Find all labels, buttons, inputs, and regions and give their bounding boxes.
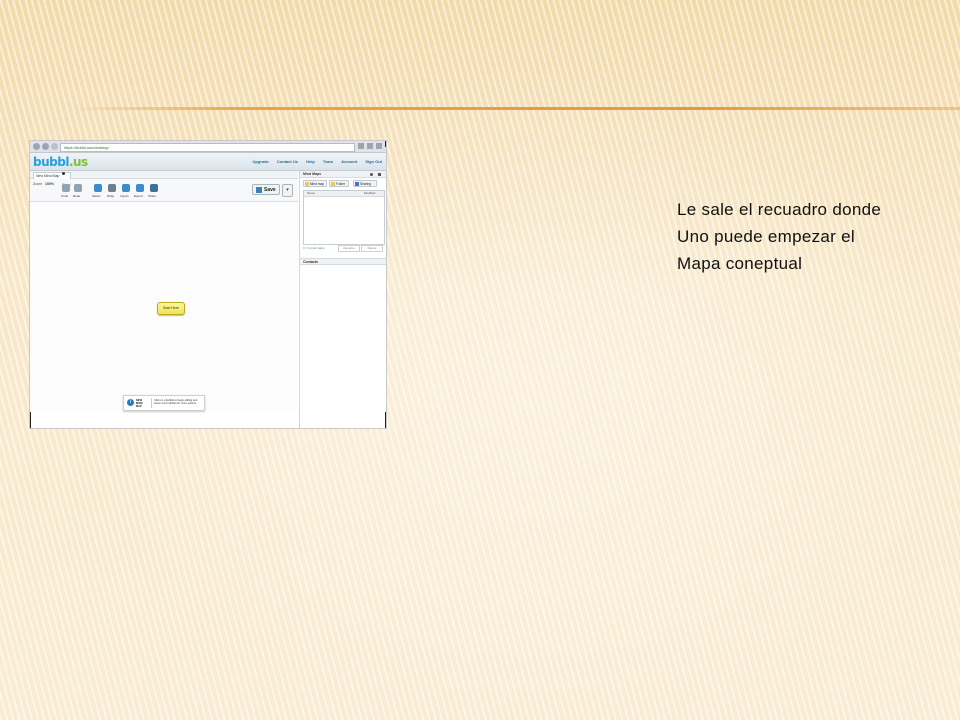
zoom-label: Zoom: [33, 182, 42, 186]
star-icon[interactable]: [358, 143, 364, 149]
save-label: Save: [264, 187, 276, 193]
col-name[interactable]: Name: [307, 191, 315, 196]
hint-text: Click on a bubble to begin editing text.…: [154, 399, 198, 406]
screenshot-edge-right: [385, 412, 386, 428]
mind-map-canvas[interactable]: Start Here i NEW MIND MAP Click on a bub…: [30, 202, 298, 412]
app-header: bubbl.us Upgrade Contact Us Help Team Ac…: [30, 153, 386, 171]
floppy-icon: [256, 187, 262, 193]
save-button[interactable]: Save: [252, 184, 280, 195]
mind-maps-title: Mind Maps: [303, 172, 322, 176]
btn-mind-map-label: Mind map: [310, 182, 324, 186]
nav-sign-out[interactable]: Sign Out: [365, 159, 382, 164]
editor-toolbar: Zoom 100% Fixed Undo Redo Select Wrap Im…: [30, 179, 298, 202]
logo-suffix: .us: [68, 155, 88, 169]
mind-maps-header: Mind Maps: [300, 171, 386, 178]
caption-line-1: Le sale el recuadro donde: [677, 200, 882, 219]
title-divider-line: [70, 107, 960, 110]
tool-share: Share: [148, 194, 157, 198]
collapse-icon[interactable]: [378, 173, 381, 176]
save-dropdown-button[interactable]: ▾: [282, 184, 293, 197]
btn-sharing-label: Sharing: [360, 182, 371, 186]
tab-label: New Mind Map: [36, 174, 60, 178]
reload-icon[interactable]: [51, 143, 58, 150]
eye-icon[interactable]: [370, 173, 373, 176]
menu-icon[interactable]: [376, 143, 382, 149]
sharing-icon: [355, 182, 359, 186]
forward-icon[interactable]: [42, 143, 49, 150]
sharing-button[interactable]: Sharing: [353, 180, 377, 187]
new-mind-map-button[interactable]: Mind map: [303, 180, 327, 187]
nav-upgrade[interactable]: Upgrade: [253, 159, 269, 164]
bubbl-logo[interactable]: bubbl.us: [33, 155, 88, 169]
mind-map-list[interactable]: Name Modified: [303, 190, 385, 245]
tool-import: Import: [120, 194, 129, 198]
info-icon: i: [127, 399, 134, 406]
bubbl-screenshot: https://bubbl.us/mindmap bubbl.us Upgrad…: [30, 141, 386, 428]
btn-folder-label: Folder: [336, 182, 346, 186]
browser-toolbar: https://bubbl.us/mindmap: [30, 141, 386, 153]
export-icon[interactable]: [136, 184, 144, 192]
tab-new-mind-map[interactable]: New Mind Map: [33, 172, 71, 179]
tab-strip: New Mind Map: [30, 171, 298, 179]
hint-title: NEW MIND MAP: [136, 399, 143, 409]
caption-line-2: Uno puede empezar el: [677, 227, 856, 246]
hint-box: i NEW MIND MAP Click on a bubble to begi…: [123, 395, 205, 411]
undo-label: Undo: [61, 194, 69, 198]
screenshot-edge-left: [30, 412, 31, 428]
zoom-value[interactable]: 100%: [45, 182, 54, 186]
delete-button[interactable]: Delete: [361, 245, 383, 252]
caption-line-3: Mapa coneptual: [677, 254, 803, 273]
select-icon[interactable]: [94, 184, 102, 192]
nav-help[interactable]: Help: [306, 159, 315, 164]
top-nav: Upgrade Contact Us Help Team Account Sig…: [246, 159, 382, 164]
contacts-header[interactable]: Contacts: [300, 258, 386, 265]
nav-contact-us[interactable]: Contact Us: [277, 159, 298, 164]
wrap-icon[interactable]: [108, 184, 116, 192]
logo-main: bubbl: [33, 155, 69, 169]
hint-divider: [151, 398, 152, 408]
tool-export: Export: [134, 194, 143, 198]
undo-icon[interactable]: [62, 184, 70, 192]
redo-icon[interactable]: [74, 184, 82, 192]
import-icon[interactable]: [122, 184, 130, 192]
nav-team[interactable]: Team: [323, 159, 333, 164]
rename-button[interactable]: Rename: [338, 245, 360, 252]
address-bar[interactable]: https://bubbl.us/mindmap: [60, 143, 355, 152]
slide-caption: Le sale el recuadro donde Uno puede empe…: [677, 196, 947, 277]
list-header: Name Modified: [304, 191, 384, 197]
extension-icon[interactable]: [367, 143, 373, 149]
usage-count: 0 / 3 mind maps: [303, 246, 325, 250]
screenshot-edge-top-right: [385, 141, 386, 147]
new-folder-button[interactable]: Folder: [329, 180, 349, 187]
map-icon: [305, 182, 309, 186]
contacts-title: Contacts: [303, 260, 318, 264]
share-icon[interactable]: [150, 184, 158, 192]
sidebar: Mind Maps Mind map Folder Sharing Name M…: [299, 171, 386, 428]
redo-label: Redo: [73, 194, 81, 198]
tab-close-icon[interactable]: [62, 172, 65, 175]
tool-wrap: Wrap: [107, 194, 115, 198]
back-icon[interactable]: [33, 143, 40, 150]
tool-select: Select: [92, 194, 101, 198]
folder-icon: [331, 182, 335, 186]
start-bubble[interactable]: Start Here: [157, 302, 185, 315]
nav-account[interactable]: Account: [341, 159, 357, 164]
col-modified[interactable]: Modified: [364, 191, 375, 196]
